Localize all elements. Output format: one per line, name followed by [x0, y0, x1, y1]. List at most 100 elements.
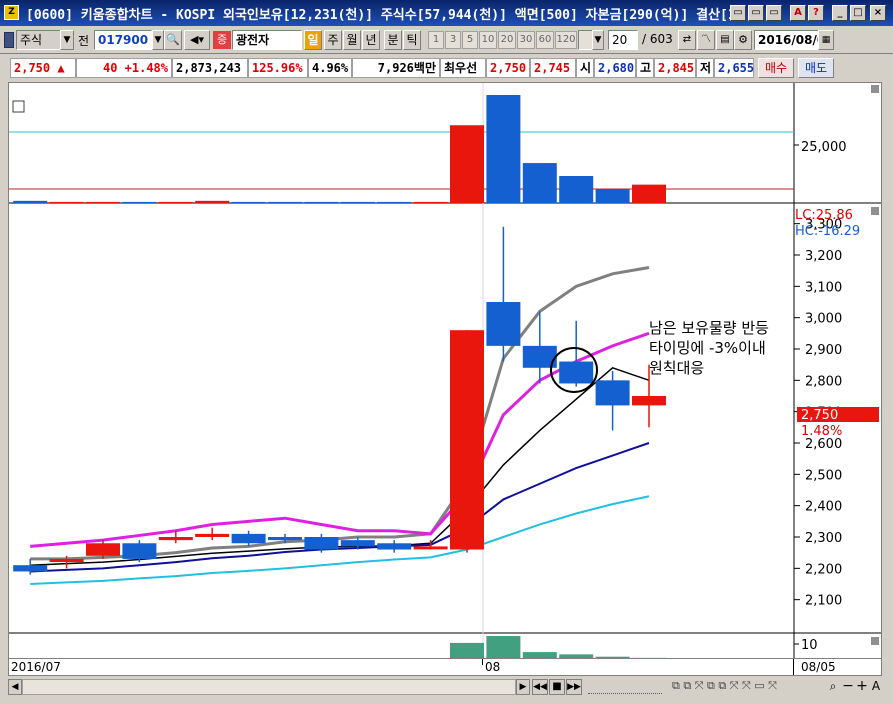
annotation-line-1: 남은 보유물량 반등	[649, 319, 769, 337]
panel-close-icon-1	[871, 85, 879, 93]
panel-close-icon-2	[871, 207, 879, 215]
high-price: 2,845	[654, 58, 696, 78]
volume-bar	[340, 201, 375, 203]
transfer-icon[interactable]: ⇄	[678, 30, 696, 50]
zoom-out-icon[interactable]: −	[842, 679, 854, 695]
date-input[interactable]: 2016/08/0	[754, 30, 826, 50]
candle-body	[304, 537, 339, 550]
period-tick[interactable]: 틱	[403, 30, 421, 50]
code-dropdown-icon[interactable]: ▼	[152, 30, 164, 50]
gear-icon[interactable]: ⚙	[734, 30, 752, 50]
chart-area[interactable]: 3,3003,2003,1003,0002,9002,8002,7002,600…	[8, 82, 882, 660]
best-label: 최우선	[440, 58, 486, 78]
bottom-volume-bar	[486, 636, 521, 659]
open-label: 시	[576, 58, 594, 78]
lc-label: LC:25.86	[795, 208, 853, 223]
title-bar: Z [0600] 키움종합차트 - KOSPI 외국인보유[12,231(천)]…	[0, 0, 893, 26]
calendar-icon[interactable]: ▦	[818, 30, 834, 50]
scroll-track[interactable]	[22, 679, 516, 695]
vol-axis-label: 10	[801, 638, 818, 653]
price-tick-label: 2,500	[805, 468, 842, 483]
volume: 2,873,243	[172, 58, 248, 78]
period-week[interactable]: 주	[324, 30, 342, 50]
window-icon[interactable]: ▭	[766, 5, 782, 21]
volume-bar	[195, 200, 230, 203]
interval-5[interactable]: 5	[462, 31, 478, 49]
price-tick-label: 2,100	[805, 594, 842, 609]
stock-code-input[interactable]: 017900	[94, 30, 152, 50]
candle-body	[632, 396, 666, 406]
tile-icon[interactable]: ▭	[730, 5, 746, 21]
scroll-left-icon[interactable]: ◀	[8, 679, 22, 695]
stop-icon[interactable]: ■	[549, 679, 565, 695]
high-label: 고	[636, 58, 654, 78]
chevron-down-icon[interactable]: ▼	[60, 30, 74, 50]
candle-body	[13, 565, 48, 572]
sell-button[interactable]: 매도	[798, 58, 834, 78]
app-icon: Z	[4, 5, 19, 20]
search-icon[interactable]: 🔍	[164, 30, 182, 50]
annotation-line-3: 원칙대응	[649, 359, 704, 377]
period-month[interactable]: 월	[343, 30, 361, 50]
drawing-tools-icon[interactable]: ⧉ ⧉ ⤧ ⧉ ⧉ ⤧ ⤧ ▭ ⤧	[672, 679, 822, 695]
candle-body	[377, 543, 412, 550]
x-label-mid: 08	[485, 660, 501, 674]
period-minute[interactable]: 분	[384, 30, 402, 50]
annotation-line-2: 타이밍에 -3%이내	[649, 339, 766, 357]
auto-scale-icon[interactable]: A	[870, 679, 882, 695]
price-tick-label: 2,800	[805, 374, 842, 389]
interval-10[interactable]: 10	[479, 31, 497, 49]
bottom-volume-bar	[450, 642, 484, 659]
interval-1[interactable]: 1	[428, 31, 444, 49]
chart-icon[interactable]: 〽	[697, 30, 715, 50]
candle-body	[231, 533, 266, 544]
volume-bar	[522, 163, 557, 203]
candle-body	[122, 543, 157, 559]
price-tick-label: 3,200	[805, 249, 842, 264]
interval-20[interactable]: 20	[498, 31, 516, 49]
minimize-button[interactable]: _	[832, 5, 848, 21]
maximize-button[interactable]: □	[850, 5, 866, 21]
turnover: 4.96%	[308, 58, 352, 78]
toolbar: 주식 ▼ 전 017900 ▼ 🔍 ◀▾ 증 광전자 일 주 월 년 분 틱 1…	[0, 26, 893, 54]
market-select[interactable]: 주식	[16, 30, 62, 50]
open-price: 2,680	[594, 58, 636, 78]
interval-3[interactable]: 3	[445, 31, 461, 49]
save-icon[interactable]: ▤	[716, 30, 734, 50]
interval-120[interactable]: 120	[555, 31, 577, 49]
scroll-right-icon[interactable]: ▶	[516, 679, 530, 695]
count-input[interactable]: 20	[608, 30, 638, 50]
layout-icon[interactable]: ▭	[748, 5, 764, 21]
price-tick-label: 3,000	[805, 312, 842, 327]
period-year[interactable]: 년	[362, 30, 380, 50]
period-day[interactable]: 일	[304, 30, 322, 50]
pin-icon[interactable]	[4, 32, 14, 48]
speaker-icon[interactable]: ◀▾	[184, 30, 210, 50]
help-icon[interactable]: ?	[808, 5, 824, 21]
candle-body	[268, 537, 302, 541]
rewind-icon[interactable]: ◀◀	[532, 679, 548, 695]
volume-bar	[304, 201, 339, 203]
stock-name: 광전자	[232, 30, 302, 50]
forward-icon[interactable]: ▶▶	[566, 679, 582, 695]
zoom-icon[interactable]: ⌕	[826, 679, 840, 695]
volume-ratio: 125.96%	[248, 58, 308, 78]
x-label-end: 08/05	[801, 660, 836, 674]
interval-30[interactable]: 30	[517, 31, 535, 49]
volume-bar	[122, 201, 157, 203]
interval-dropdown-icon[interactable]: ▼	[592, 30, 604, 50]
interval-60[interactable]: 60	[536, 31, 554, 49]
buy-button[interactable]: 매수	[758, 58, 794, 78]
volume-bar	[595, 188, 630, 203]
quote-bar: 2,750 ▲ 40 +1.48% 2,873,243 125.96% 4.96…	[0, 56, 893, 80]
zoom-slider[interactable]	[588, 680, 662, 694]
badge-icon: 증	[213, 31, 231, 49]
x-axis: 2016/07 08 08/05	[8, 658, 882, 676]
close-button[interactable]: ×	[870, 5, 886, 21]
zoom-in-icon[interactable]: +	[856, 679, 868, 695]
volume-bar	[86, 201, 120, 203]
alert-icon[interactable]: A	[790, 5, 806, 21]
candle-body	[486, 302, 521, 346]
amount: 7,926백만	[352, 58, 440, 78]
current-price: 2,750 ▲	[10, 58, 76, 78]
